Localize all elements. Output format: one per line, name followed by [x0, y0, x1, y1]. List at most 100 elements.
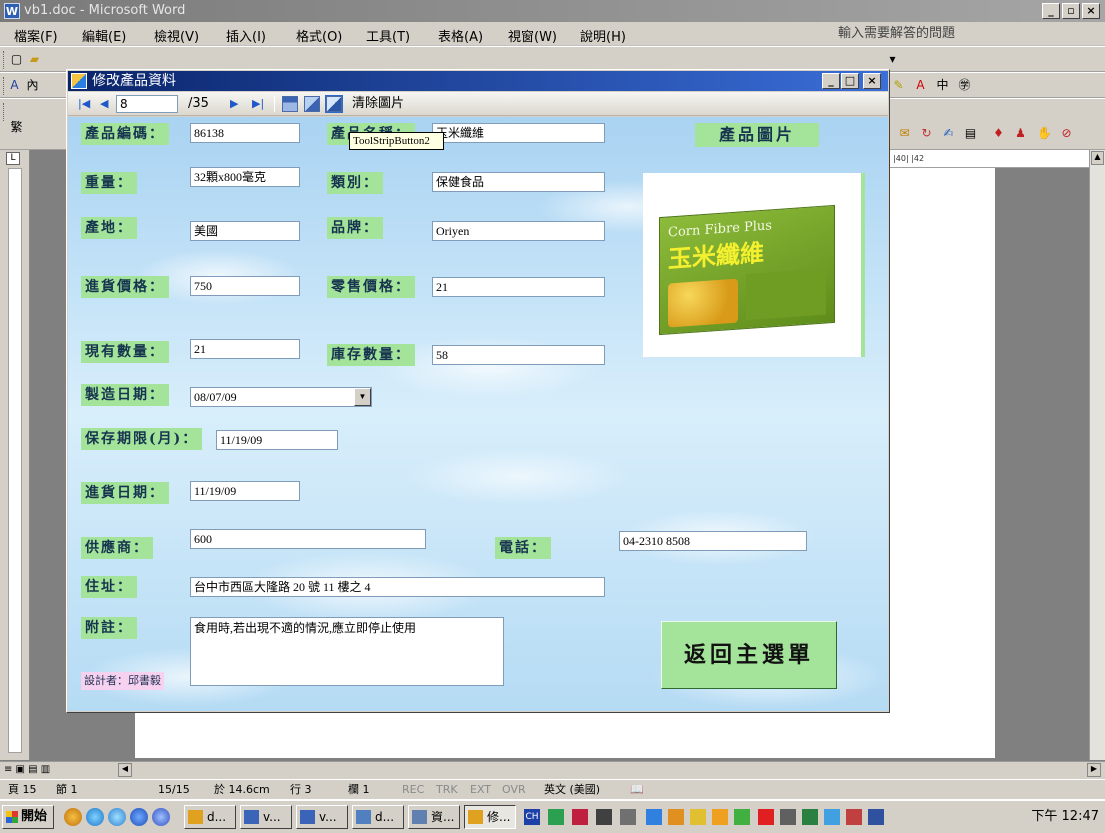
- close-button[interactable]: ×: [1082, 3, 1100, 19]
- quicklaunch-icon[interactable]: [86, 808, 104, 826]
- tray-icon[interactable]: [868, 809, 884, 825]
- highlight-icon[interactable]: ✎: [890, 77, 907, 94]
- quicklaunch-icon[interactable]: [108, 808, 126, 826]
- weight-field[interactable]: 32顆x800毫克: [190, 167, 300, 187]
- tray-icon[interactable]: [734, 809, 750, 825]
- envelope-icon[interactable]: ✉: [896, 125, 913, 142]
- toolstrip-button2-icon[interactable]: [325, 95, 343, 113]
- scroll-right-arrow-icon[interactable]: ▶: [1087, 763, 1101, 777]
- tray-icon[interactable]: [802, 809, 818, 825]
- hand-icon[interactable]: ✋: [1036, 125, 1053, 142]
- status-ext[interactable]: EXT: [470, 780, 491, 799]
- track-changes-icon[interactable]: ↻: [918, 125, 935, 142]
- phone-field[interactable]: 04-2310 8508: [619, 531, 807, 551]
- menu-window[interactable]: 視窗(W): [508, 26, 557, 45]
- restore-button[interactable]: ▫: [1062, 3, 1080, 19]
- tray-icon[interactable]: [646, 809, 662, 825]
- tray-icon[interactable]: [690, 809, 706, 825]
- dialog-maximize-button[interactable]: □: [841, 73, 859, 89]
- move-first-icon[interactable]: |◀: [78, 96, 90, 112]
- dropdown-arrow-icon[interactable]: ▼: [354, 388, 371, 406]
- taskbar-button[interactable]: v...: [296, 805, 348, 829]
- manufacture-date-picker[interactable]: 08/07/09 ▼: [190, 387, 372, 407]
- taskbar-button[interactable]: 資...: [408, 805, 460, 829]
- enclose-char-icon[interactable]: ㊫: [956, 77, 973, 94]
- clear-image-button[interactable]: 清除圖片: [352, 96, 404, 112]
- status-ovr[interactable]: OVR: [502, 780, 526, 799]
- shelf-life-field[interactable]: 11/19/09: [216, 430, 338, 450]
- tray-icon[interactable]: [846, 809, 862, 825]
- purchase-date-field[interactable]: 11/19/09: [190, 481, 300, 501]
- purchase-price-field[interactable]: 750: [190, 276, 300, 296]
- tray-icon[interactable]: [712, 809, 728, 825]
- phonetic-icon[interactable]: 中: [934, 77, 951, 94]
- taskbar-button[interactable]: v...: [240, 805, 292, 829]
- ie-icon[interactable]: [130, 808, 148, 826]
- scroll-up-arrow-icon[interactable]: ▲: [1091, 151, 1104, 165]
- menu-file[interactable]: 檔案(F): [14, 26, 58, 45]
- new-document-icon[interactable]: ▢: [8, 51, 25, 68]
- taskbar-button[interactable]: d...: [352, 805, 404, 829]
- status-language[interactable]: 英文 (美國): [544, 780, 600, 799]
- minimize-button[interactable]: _: [1042, 3, 1060, 19]
- menu-tools[interactable]: 工具(T): [366, 26, 410, 45]
- comment-icon[interactable]: ▤: [962, 125, 979, 142]
- product-image[interactable]: Corn Fibre Plus 玉米纖維: [643, 173, 865, 357]
- tab-selector[interactable]: L: [6, 152, 20, 165]
- traditional-chinese-icon[interactable]: 繁: [8, 119, 25, 136]
- view-buttons[interactable]: ≡ ▣ ▤ ▥: [4, 764, 50, 775]
- font-color-icon[interactable]: A: [912, 77, 929, 94]
- move-previous-icon[interactable]: ◀: [100, 96, 108, 112]
- tray-icon[interactable]: [548, 809, 564, 825]
- open-folder-icon[interactable]: ▰: [26, 51, 43, 68]
- return-main-menu-button[interactable]: 返回主選單: [661, 621, 837, 689]
- users-icon[interactable]: ♟: [1012, 125, 1029, 142]
- dialog-minimize-button[interactable]: _: [822, 73, 840, 89]
- tray-icon[interactable]: [572, 809, 588, 825]
- dialog-close-button[interactable]: ×: [863, 73, 881, 89]
- help-search-input[interactable]: 輸入需要解答的問題: [838, 24, 1088, 44]
- tray-icon[interactable]: [758, 809, 774, 825]
- volume-icon[interactable]: [780, 809, 796, 825]
- position-input[interactable]: 8: [116, 95, 178, 113]
- product-name-field[interactable]: 玉米纖維: [432, 123, 605, 143]
- menu-format[interactable]: 格式(O): [296, 26, 342, 45]
- menu-table[interactable]: 表格(A): [438, 26, 483, 45]
- dialog-title-bar[interactable]: 修改產品資料 _ □ ×: [68, 71, 888, 91]
- toolbar-grip[interactable]: [3, 103, 6, 121]
- input-language-icon[interactable]: CH: [524, 809, 540, 825]
- toolbar-grip[interactable]: [3, 51, 6, 69]
- move-last-icon[interactable]: ▶|: [252, 96, 264, 112]
- stop-icon[interactable]: ⊘: [1058, 125, 1075, 142]
- taskbar-button[interactable]: d...: [184, 805, 236, 829]
- status-trk[interactable]: TRK: [436, 780, 458, 799]
- brand-field[interactable]: Oriyen: [432, 221, 605, 241]
- tool-icon[interactable]: ♦: [990, 125, 1007, 142]
- taskbar-button-active[interactable]: 修...: [464, 805, 516, 829]
- stock-quantity-field[interactable]: 58: [432, 345, 605, 365]
- horizontal-scrollbar[interactable]: ≡ ▣ ▤ ▥ ◀ ▶: [0, 761, 1105, 779]
- toolbar-options-icon[interactable]: ▾: [884, 51, 901, 68]
- spelling-status-icon[interactable]: 📖: [630, 780, 644, 799]
- font-box-icon[interactable]: 內: [24, 77, 41, 94]
- style-icon[interactable]: A: [6, 77, 23, 94]
- menu-view[interactable]: 檢視(V): [154, 26, 199, 45]
- status-rec[interactable]: REC: [402, 780, 424, 799]
- supplier-field[interactable]: 600: [190, 529, 426, 549]
- product-code-field[interactable]: 86138: [190, 123, 300, 143]
- menu-help[interactable]: 說明(H): [580, 26, 626, 45]
- menu-edit[interactable]: 編輯(E): [82, 26, 126, 45]
- tray-icon[interactable]: [668, 809, 684, 825]
- address-field[interactable]: 台中市西區大隆路 20 號 11 樓之 4: [190, 577, 605, 597]
- save-icon[interactable]: [282, 96, 298, 112]
- clock[interactable]: 下午 12:47: [1031, 801, 1099, 833]
- tray-icon[interactable]: [596, 809, 612, 825]
- origin-field[interactable]: 美國: [190, 221, 300, 241]
- image-icon[interactable]: [304, 96, 320, 112]
- scroll-left-arrow-icon[interactable]: ◀: [118, 763, 132, 777]
- start-button[interactable]: 開始: [2, 805, 54, 829]
- move-next-icon[interactable]: ▶: [230, 96, 238, 112]
- tray-icon[interactable]: [620, 809, 636, 825]
- current-quantity-field[interactable]: 21: [190, 339, 300, 359]
- quicklaunch-icon[interactable]: [64, 808, 82, 826]
